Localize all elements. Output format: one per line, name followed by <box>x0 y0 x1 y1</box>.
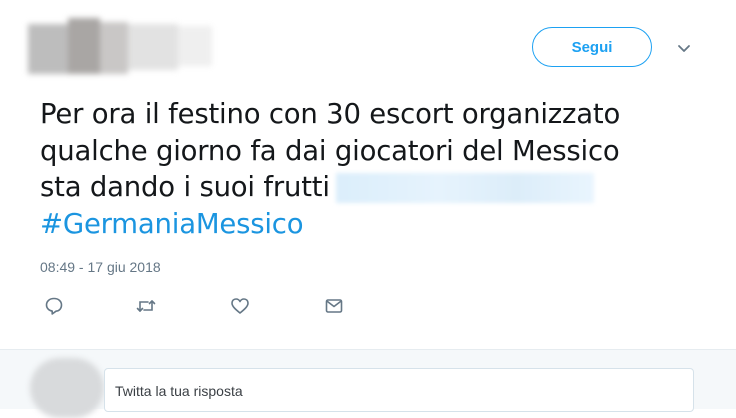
like-icon[interactable] <box>229 295 251 317</box>
reply-composer: Twitta la tua risposta <box>0 350 736 418</box>
hashtag-link[interactable]: #GermaniaMessico <box>40 208 304 240</box>
chevron-down-icon[interactable] <box>676 42 692 54</box>
follow-button[interactable]: Segui <box>532 27 652 67</box>
user-avatar <box>30 358 104 418</box>
tweet-timestamp[interactable]: 08:49 - 17 giu 2018 <box>40 259 161 275</box>
redacted-mention <box>335 173 594 203</box>
direct-message-icon[interactable] <box>323 295 345 317</box>
tweet-text-fragment: sta dando i suoi frutti <box>40 171 330 203</box>
retweet-icon[interactable] <box>135 295 157 317</box>
tweet-text-line: Per ora il festino con 30 escort organiz… <box>40 98 621 130</box>
reply-icon[interactable] <box>43 295 65 317</box>
tweet-text-line: qualche giorno fa dai giocatori del Mess… <box>40 134 620 167</box>
tweet-actions <box>0 290 736 320</box>
reply-input[interactable]: Twitta la tua risposta <box>104 368 694 412</box>
author-info-redacted <box>28 18 214 78</box>
tweet-text-line: sta dando i suoi frutti <box>40 169 700 206</box>
tweet-text: Per ora il festino con 30 escort organiz… <box>40 96 700 242</box>
